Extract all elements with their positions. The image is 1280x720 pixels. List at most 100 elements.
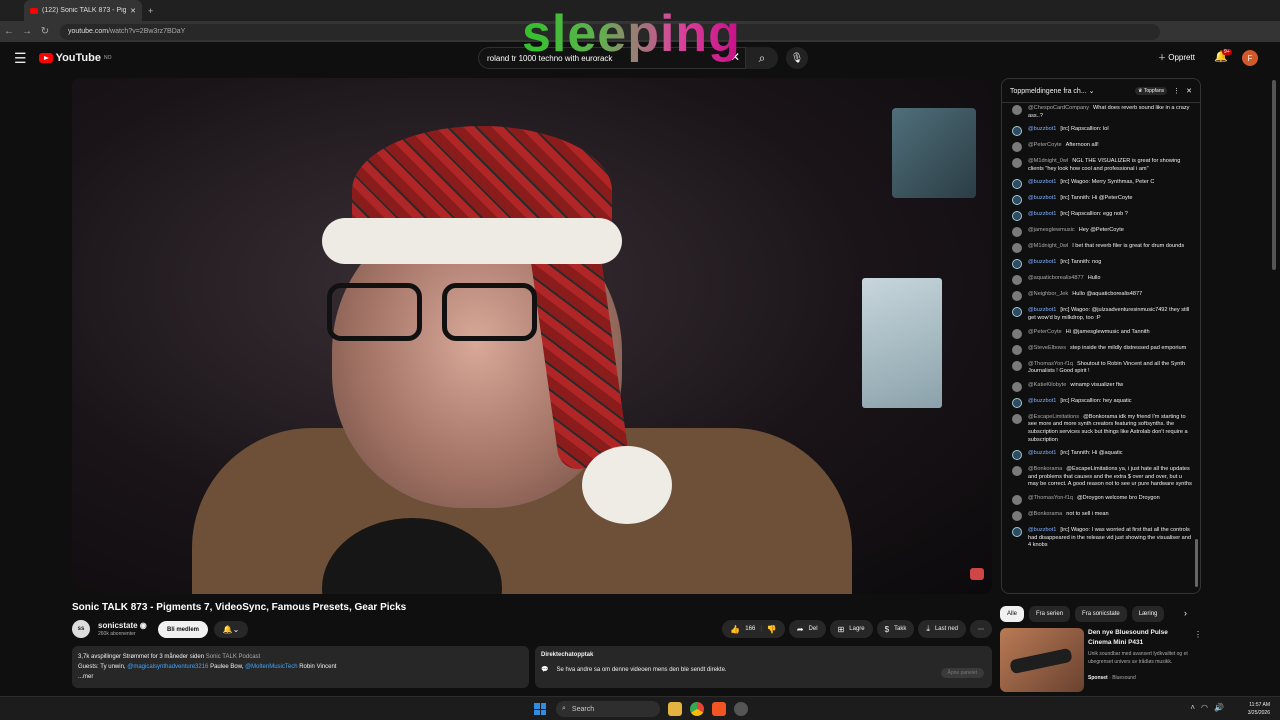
youtube-logo[interactable]: YouTube NO <box>38 52 111 64</box>
voice-search-button[interactable]: 🎙 <box>786 47 808 69</box>
app-icon[interactable] <box>734 702 748 716</box>
chat-message[interactable]: @buzzbot1 [irc] Rapscallion: hey aquatic <box>1012 397 1194 408</box>
chat-author-avatar[interactable] <box>1012 328 1022 339</box>
page-scrollbar[interactable] <box>1272 80 1276 270</box>
chat-message-list[interactable]: @ChespoCardCompany What does reverb sound… <box>1002 103 1200 550</box>
chat-message[interactable]: @buzzbot1 [irc] Tannith: Hi @aquatic <box>1012 450 1194 461</box>
share-button[interactable]: ➦ Del <box>788 620 826 638</box>
chat-author-avatar[interactable] <box>1012 510 1022 521</box>
browser-tab[interactable]: (122) Sonic TALK 873 - Pigm ✕ <box>24 0 142 21</box>
chat-author-avatar[interactable] <box>1012 275 1022 286</box>
chat-message[interactable]: @buzzbot1 [irc] Rapscallion: lol <box>1012 126 1194 137</box>
chat-author-name[interactable]: @SteveElbows <box>1028 345 1066 351</box>
filter-chip[interactable]: Fra sonicstate <box>1075 606 1127 622</box>
chat-author-name[interactable]: @buzzbot1 <box>1028 259 1056 265</box>
chat-author-name[interactable]: @ThomasYon-f1q <box>1028 361 1073 367</box>
chat-author-avatar[interactable] <box>1012 211 1022 222</box>
filter-chip[interactable]: Alle <box>1000 606 1025 622</box>
windows-start-icon[interactable] <box>534 703 546 715</box>
chat-author-avatar[interactable] <box>1012 413 1022 424</box>
chat-author-name[interactable]: @KatieKilobyte <box>1028 382 1066 388</box>
chat-author-name[interactable]: @ThomasYon-f1q <box>1028 495 1073 501</box>
file-explorer-icon[interactable] <box>668 702 682 716</box>
channel-name[interactable]: sonicstate ◉ <box>98 621 147 630</box>
create-button[interactable]: ＋ Opprett <box>1158 52 1195 63</box>
chat-author-name[interactable]: @jamesglewmusic <box>1028 227 1075 233</box>
chat-message[interactable]: @Bonkorama not to sell i mean <box>1012 510 1194 521</box>
chat-author-name[interactable]: @PeterCoyte <box>1028 142 1062 148</box>
chat-message[interactable]: @Bonkorama @EscapeLimitations ya, i just … <box>1012 466 1194 489</box>
chat-message[interactable]: @M1dnight_0wl I bet that reverb filer is … <box>1012 243 1194 254</box>
chat-author-avatar[interactable] <box>1012 243 1022 254</box>
chat-scrollbar[interactable] <box>1195 539 1198 587</box>
new-tab-icon[interactable]: + <box>148 6 153 16</box>
chat-message[interactable]: @KatieKilobyte winamp visualizer ftw <box>1012 381 1194 392</box>
sponsored-recommendation[interactable]: Den nye Bluesound Pulse Cinema Mini P431… <box>1000 628 1202 692</box>
chrome-icon[interactable] <box>690 702 704 716</box>
chat-message[interactable]: @M1dnight_0wl NGL THE VISUALIZER is great… <box>1012 158 1194 173</box>
guest-link[interactable]: @magicalsynthadventure3216 <box>127 664 208 670</box>
chat-message[interactable]: @SteveElbows step inside the mildly distr… <box>1012 344 1194 355</box>
brave-icon[interactable] <box>712 702 726 716</box>
chat-author-avatar[interactable] <box>1012 126 1022 137</box>
show-more-link[interactable]: ...mer <box>78 672 523 682</box>
video-player[interactable] <box>72 78 992 594</box>
chat-author-name[interactable]: @Bonkorama <box>1028 511 1062 517</box>
chat-mode-dropdown[interactable]: Toppmeldingene fra ch... ⌄ <box>1010 87 1129 95</box>
chat-message[interactable]: @jamesglewmusic Hey @PeterCoyte <box>1012 227 1194 238</box>
volume-icon[interactable]: 🔊 <box>1214 703 1224 712</box>
chat-author-name[interactable]: @buzzbot1 <box>1028 126 1056 132</box>
more-vertical-icon[interactable]: ⋮ <box>1194 630 1202 639</box>
save-button[interactable]: ⊞ Lagre <box>829 620 873 638</box>
chat-author-name[interactable]: @buzzbot1 <box>1028 211 1056 217</box>
chat-author-avatar[interactable] <box>1012 259 1022 270</box>
chat-message[interactable]: @buzzbot1 [irc] Wagoo: @julzsadventuresin… <box>1012 307 1194 322</box>
chat-message[interactable]: @EscapeLimitations @Bonkorama idk my frie… <box>1012 413 1194 444</box>
like-button[interactable]: 👍 166 | 👎 <box>722 620 785 638</box>
search-input[interactable]: roland tr 1000 techno with eurorack <box>478 47 746 69</box>
open-panel-button[interactable]: Åpne panelet <box>940 668 984 678</box>
tab-close-icon[interactable]: ✕ <box>130 7 136 15</box>
chat-message[interactable]: @buzzbot1 [irc] Tannith: nog <box>1012 259 1194 270</box>
podcast-link[interactable]: Sonic TALK Podcast <box>206 654 260 660</box>
chat-author-avatar[interactable] <box>1012 142 1022 153</box>
filter-chip[interactable]: Læring <box>1131 606 1165 622</box>
download-button[interactable]: ⤓ Last ned <box>918 620 966 638</box>
chat-author-name[interactable]: @PeterCoyte <box>1028 329 1062 335</box>
chat-author-name[interactable]: @ChespoCardCompany <box>1028 105 1089 111</box>
clock[interactable]: 11:57 AM 3/25/2026 <box>1248 701 1270 717</box>
chat-author-avatar[interactable] <box>1012 195 1022 206</box>
thanks-button[interactable]: $ Takk <box>876 620 915 638</box>
youtube-watermark-icon[interactable] <box>970 568 984 580</box>
more-vertical-icon[interactable]: ⋮ <box>1173 87 1180 95</box>
description-box[interactable]: 3,7k avspillinger Strømmet for 3 måneder… <box>72 646 529 688</box>
chat-author-name[interactable]: @buzzbot1 <box>1028 307 1056 313</box>
chat-author-name[interactable]: @buzzbot1 <box>1028 179 1056 185</box>
chat-message[interactable]: @buzzbot1 [irc] Rapscallion: egg nob ? <box>1012 211 1194 222</box>
guest-link[interactable]: @MoltenMusicTech <box>245 664 297 670</box>
chat-author-avatar[interactable] <box>1012 179 1022 190</box>
chat-author-avatar[interactable] <box>1012 450 1022 461</box>
reload-icon[interactable]: ↻ <box>36 26 54 37</box>
subscription-bell-button[interactable]: 🔔 ⌄ <box>214 621 248 638</box>
wifi-icon[interactable]: ◠ <box>1201 703 1208 712</box>
forward-icon[interactable]: → <box>18 26 36 37</box>
chat-message[interactable]: @Neighbor_Jek Hullo @aquaticborealis4877 <box>1012 291 1194 302</box>
chat-message[interactable]: @PeterCoyte Hi @jamesglewmusic and Tannit… <box>1012 328 1194 339</box>
chat-author-avatar[interactable] <box>1012 227 1022 238</box>
chat-message[interactable]: @ThomasYon-f1q Shoutout to Robin Vincent … <box>1012 360 1194 376</box>
chat-author-avatar[interactable] <box>1012 466 1022 477</box>
chat-author-avatar[interactable] <box>1012 494 1022 505</box>
chat-author-avatar[interactable] <box>1012 526 1022 537</box>
thumbs-down-icon[interactable]: 👎 <box>767 625 777 634</box>
filter-chip[interactable]: Fra serien <box>1029 606 1071 622</box>
chat-author-name[interactable]: @buzzbot1 <box>1028 195 1056 201</box>
chat-author-name[interactable]: @buzzbot1 <box>1028 398 1056 404</box>
chat-author-avatar[interactable] <box>1012 105 1022 115</box>
chat-message[interactable]: @ThomasYon-f1q @Droygon welcome bro Droyg… <box>1012 494 1194 505</box>
chat-author-name[interactable]: @buzzbot1 <box>1028 450 1056 456</box>
taskbar-search[interactable]: ⌕ Search <box>556 701 660 717</box>
back-icon[interactable]: ← <box>0 26 18 37</box>
chevron-up-icon[interactable]: ˄ <box>1190 703 1195 712</box>
chat-author-avatar[interactable] <box>1012 381 1022 392</box>
